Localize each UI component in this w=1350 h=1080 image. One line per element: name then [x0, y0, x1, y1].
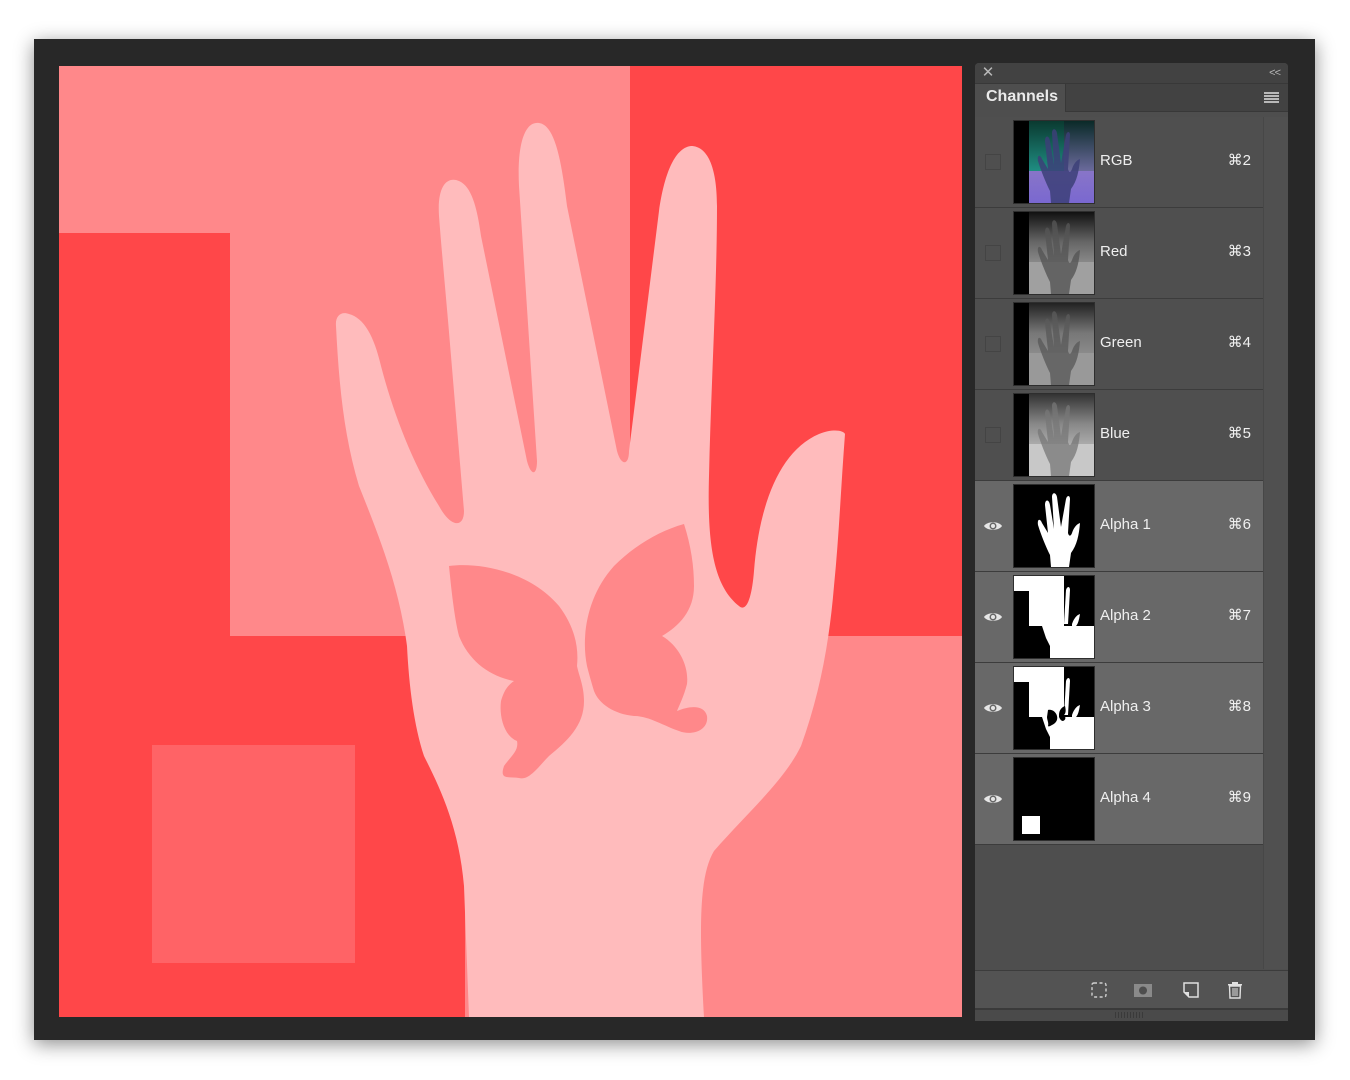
channel-row-alpha-1[interactable]: Alpha 1 ⌘6 — [975, 481, 1263, 572]
channel-shortcut: ⌘4 — [1227, 334, 1251, 351]
small-square — [152, 745, 355, 963]
channel-shortcut: ⌘7 — [1227, 607, 1251, 624]
channel-thumbnail — [1013, 211, 1095, 295]
channel-thumbnail — [1013, 575, 1095, 659]
document-canvas[interactable] — [59, 66, 962, 1017]
channel-row-rgb[interactable]: RGB ⌘2 — [975, 117, 1263, 208]
channel-name: Red — [1100, 243, 1128, 260]
channel-row-green[interactable]: Green ⌘4 — [975, 299, 1263, 390]
channel-row-blue[interactable]: Blue ⌘5 — [975, 390, 1263, 481]
grip-icon — [1115, 1012, 1145, 1018]
channel-thumbnail — [1013, 120, 1095, 204]
eye-icon[interactable] — [983, 607, 1003, 627]
channel-shortcut: ⌘6 — [1227, 516, 1251, 533]
visibility-empty-box-icon[interactable] — [985, 245, 1001, 261]
channel-thumbnail — [1013, 302, 1095, 386]
channel-name: Blue — [1100, 425, 1131, 442]
trash-icon[interactable] — [1225, 980, 1245, 1000]
channel-shortcut: ⌘5 — [1227, 425, 1251, 442]
channel-shortcut: ⌘2 — [1227, 152, 1251, 169]
canvas-artwork — [59, 66, 962, 1017]
channel-name: Alpha 4 — [1100, 789, 1151, 806]
scrollbar[interactable] — [1263, 117, 1288, 969]
channel-name: Alpha 3 — [1100, 698, 1151, 715]
panel-resize-handle[interactable] — [975, 1008, 1288, 1021]
eye-icon[interactable] — [983, 789, 1003, 809]
eye-icon[interactable] — [983, 698, 1003, 718]
channel-shortcut: ⌘8 — [1227, 698, 1251, 715]
tab-channels[interactable]: Channels — [975, 84, 1066, 112]
channels-panel: ✕ << Channels RGB ⌘2 Red ⌘3 Green ⌘4 Blu… — [975, 63, 1288, 1021]
visibility-toggle[interactable] — [983, 425, 1003, 445]
load-selection-icon[interactable] — [1089, 980, 1109, 1000]
channel-thumbnail — [1013, 393, 1095, 477]
save-selection-icon[interactable] — [1133, 980, 1153, 1000]
visibility-toggle[interactable] — [983, 152, 1003, 172]
panel-title-bar: ✕ << — [975, 63, 1288, 84]
visibility-toggle[interactable] — [983, 243, 1003, 263]
close-icon[interactable]: ✕ — [981, 65, 995, 81]
channel-thumbnail — [1013, 666, 1095, 750]
channel-row-red[interactable]: Red ⌘3 — [975, 208, 1263, 299]
channel-name: Alpha 2 — [1100, 607, 1151, 624]
new-channel-icon[interactable] — [1181, 980, 1201, 1000]
visibility-toggle[interactable] — [983, 334, 1003, 354]
panel-tab-bar: Channels — [975, 84, 1288, 112]
channel-name: RGB — [1100, 152, 1133, 169]
visibility-empty-box-icon[interactable] — [985, 427, 1001, 443]
channel-shortcut: ⌘9 — [1227, 789, 1251, 806]
channel-list: RGB ⌘2 Red ⌘3 Green ⌘4 Blue ⌘5 Alpha 1 ⌘… — [975, 117, 1263, 845]
channel-name: Alpha 1 — [1100, 516, 1151, 533]
channel-thumbnail — [1013, 484, 1095, 568]
visibility-empty-box-icon[interactable] — [985, 336, 1001, 352]
channel-row-alpha-3[interactable]: Alpha 3 ⌘8 — [975, 663, 1263, 754]
panel-footer — [975, 970, 1288, 1008]
channel-row-alpha-2[interactable]: Alpha 2 ⌘7 — [975, 572, 1263, 663]
channel-row-alpha-4[interactable]: Alpha 4 ⌘9 — [975, 754, 1263, 845]
hamburger-menu-icon[interactable] — [1264, 92, 1279, 104]
eye-icon[interactable] — [983, 516, 1003, 536]
visibility-empty-box-icon[interactable] — [985, 154, 1001, 170]
double-chevron-left-icon[interactable]: << — [1269, 65, 1281, 81]
channel-thumbnail — [1013, 757, 1095, 841]
channel-shortcut: ⌘3 — [1227, 243, 1251, 260]
channel-name: Green — [1100, 334, 1142, 351]
